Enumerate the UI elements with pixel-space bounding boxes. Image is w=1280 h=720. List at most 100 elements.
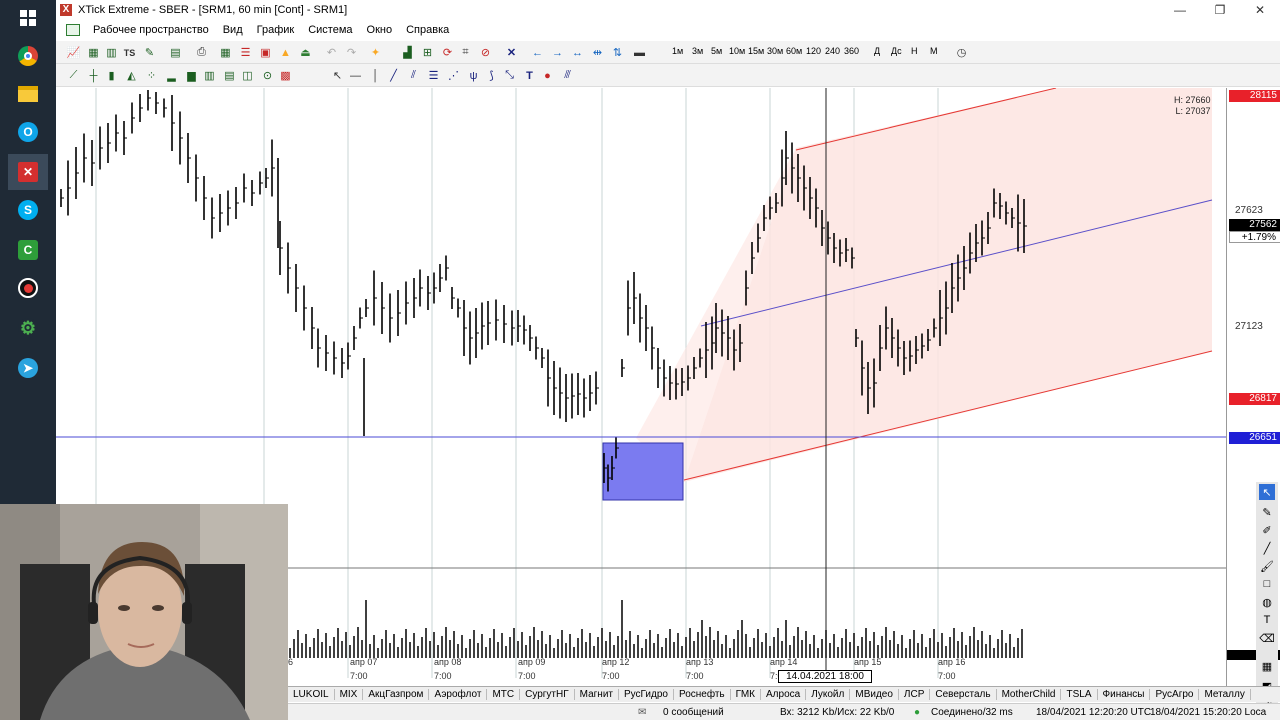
fibonacci-icon[interactable]: ☰ — [426, 68, 441, 83]
horizontal-line-icon[interactable]: — — [348, 68, 363, 83]
candle-icon[interactable]: ▮ — [104, 68, 119, 83]
arrow-tool-icon[interactable]: ⤡ — [502, 68, 517, 83]
record-icon[interactable] — [8, 270, 48, 306]
messages-icon[interactable]: ✉ — [638, 707, 646, 718]
timeframe-5m[interactable]: 5м — [711, 46, 722, 56]
text-tool-icon[interactable]: T — [522, 68, 537, 83]
grid-icon[interactable]: ▦ — [218, 45, 233, 60]
table-icon[interactable]: ▦ — [86, 45, 101, 60]
menu-view[interactable]: Вид — [216, 24, 250, 36]
crop-icon[interactable]: ⌗ — [458, 45, 473, 60]
menu-system[interactable]: Система — [301, 24, 359, 36]
autoscale-icon[interactable]: ⇅ — [610, 45, 625, 60]
cursor-icon[interactable]: ↖ — [330, 68, 345, 83]
timeframe-3m[interactable]: 3м — [692, 46, 703, 56]
trend-line-icon[interactable]: ╱ — [386, 68, 401, 83]
close-icon[interactable]: ✕ — [1240, 0, 1280, 20]
tab-rosneft[interactable]: Роснефть — [674, 689, 731, 700]
tab-magnit[interactable]: Магнит — [575, 689, 619, 700]
tab-mix[interactable]: MIX — [335, 689, 364, 700]
menu-window[interactable]: Окно — [360, 24, 400, 36]
pointer-tool-icon[interactable]: ↖ — [1259, 484, 1275, 500]
arrow-left-icon[interactable]: ← — [530, 45, 545, 60]
clock-icon[interactable]: ◷ — [954, 45, 969, 60]
tab-lukoil-en[interactable]: LUKOIL — [288, 689, 335, 700]
windows-start-icon[interactable] — [8, 0, 48, 36]
stop-icon[interactable]: ⊘ — [478, 45, 493, 60]
shape-tool-icon[interactable]: ● — [540, 68, 555, 83]
timeframe-week[interactable]: Н — [911, 46, 918, 56]
tab-surgutneftegas[interactable]: СургутНГ — [520, 689, 575, 700]
new-chart-icon[interactable]: 📈 — [66, 45, 81, 60]
print-icon[interactable]: ⎙ — [194, 45, 209, 60]
timeframe-10m[interactable]: 10м — [729, 46, 745, 56]
brush-icon[interactable]: 🖌 — [1259, 558, 1275, 574]
refresh-icon[interactable]: ⟳ — [440, 45, 455, 60]
tab-tsla[interactable]: TSLA — [1061, 689, 1098, 700]
timeframe-day[interactable]: Д — [874, 46, 880, 56]
volume-icon[interactable]: ▂ — [164, 68, 179, 83]
minimize-icon[interactable]: — — [1160, 0, 1200, 20]
tab-gazprom[interactable]: АкцГазпром — [363, 689, 430, 700]
xtick-icon[interactable]: ✕ — [8, 154, 48, 190]
ruler-icon[interactable]: ▬ — [632, 45, 647, 60]
tab-gmk[interactable]: ГМК — [731, 689, 761, 700]
chrome-icon[interactable] — [8, 38, 48, 74]
exit-icon[interactable]: ⏏ — [298, 45, 313, 60]
skype-icon[interactable]: S — [8, 192, 48, 228]
fib-fan-icon[interactable]: ⋰ — [446, 68, 461, 83]
add-study-icon[interactable]: ⊞ — [420, 45, 435, 60]
ts-icon[interactable]: TS — [122, 45, 137, 60]
add-indicator-icon[interactable]: ▟ — [400, 45, 415, 60]
timeframe-day-session[interactable]: Дс — [891, 46, 902, 56]
list-icon[interactable]: ☰ — [238, 45, 253, 60]
redo-icon[interactable]: ↷ — [344, 45, 359, 60]
timeframe-30m[interactable]: 30м — [767, 46, 783, 56]
restore-icon[interactable]: ❐ — [1200, 0, 1240, 20]
bar-chart-icon[interactable]: ┼ — [86, 68, 101, 83]
line-tool-icon[interactable]: ╱ — [1259, 540, 1275, 556]
vertical-line-icon[interactable]: │ — [368, 68, 383, 83]
tab-motherchild[interactable]: MotherChild — [997, 689, 1062, 700]
pitchfork-icon[interactable]: ψ — [466, 68, 481, 83]
order-book-icon[interactable]: ▥ — [104, 45, 119, 60]
dot-chart-icon[interactable]: ⁘ — [144, 68, 159, 83]
settings-gear-icon[interactable]: ⚙ — [8, 310, 48, 346]
palette-icon[interactable]: ▦ — [1259, 658, 1275, 674]
tab-mts[interactable]: МТС — [487, 689, 521, 700]
arrow-right-icon[interactable]: → — [550, 45, 565, 60]
camtasia-icon[interactable]: C — [8, 232, 48, 268]
telegram-icon[interactable]: ➤ — [8, 350, 48, 386]
tab-lukoil-ru[interactable]: Лукойл — [806, 689, 851, 700]
timeframe-120[interactable]: 120 — [806, 46, 821, 56]
timeframe-1m[interactable]: 1м — [672, 46, 683, 56]
line-chart-icon[interactable]: ⟋ — [66, 68, 81, 83]
cross-icon[interactable]: ✕ — [504, 45, 519, 60]
histogram-icon[interactable]: ▆ — [184, 68, 199, 83]
timeframe-60m[interactable]: 60м — [786, 46, 802, 56]
text-icon[interactable]: T — [1259, 612, 1275, 628]
timeframe-month[interactable]: М — [930, 46, 938, 56]
map-icon[interactable]: ⊙ — [260, 68, 275, 83]
menu-chart[interactable]: График — [250, 24, 302, 36]
undo-icon[interactable]: ↶ — [324, 45, 339, 60]
tab-mvideo[interactable]: МВидео — [850, 689, 899, 700]
tab-severstal[interactable]: Северсталь — [930, 689, 997, 700]
zoom-in-icon[interactable]: ⇹ — [590, 45, 605, 60]
document-icon[interactable]: ▤ — [168, 45, 183, 60]
file-explorer-icon[interactable] — [8, 76, 48, 112]
help-bulb-icon[interactable]: ✦ — [368, 45, 383, 60]
eraser-icon[interactable]: ⌫ — [1259, 630, 1275, 646]
portfolio-icon[interactable]: ▣ — [258, 45, 273, 60]
fill-icon[interactable]: ◍ — [1259, 594, 1275, 610]
alert-icon[interactable]: ▲ — [278, 45, 293, 60]
tab-finance[interactable]: Финансы — [1098, 689, 1151, 700]
regression-icon[interactable]: ⫻ — [560, 68, 575, 83]
channel-icon[interactable]: ⫽ — [406, 68, 421, 83]
timeframe-360[interactable]: 360 — [844, 46, 859, 56]
tab-metals[interactable]: Металлу — [1199, 689, 1251, 700]
area-chart-icon[interactable]: ◭ — [124, 68, 139, 83]
tab-aeroflot[interactable]: Аэрофлот — [429, 689, 488, 700]
tab-lsr[interactable]: ЛСР — [899, 689, 931, 700]
marker-icon[interactable]: ✐ — [1259, 522, 1275, 538]
